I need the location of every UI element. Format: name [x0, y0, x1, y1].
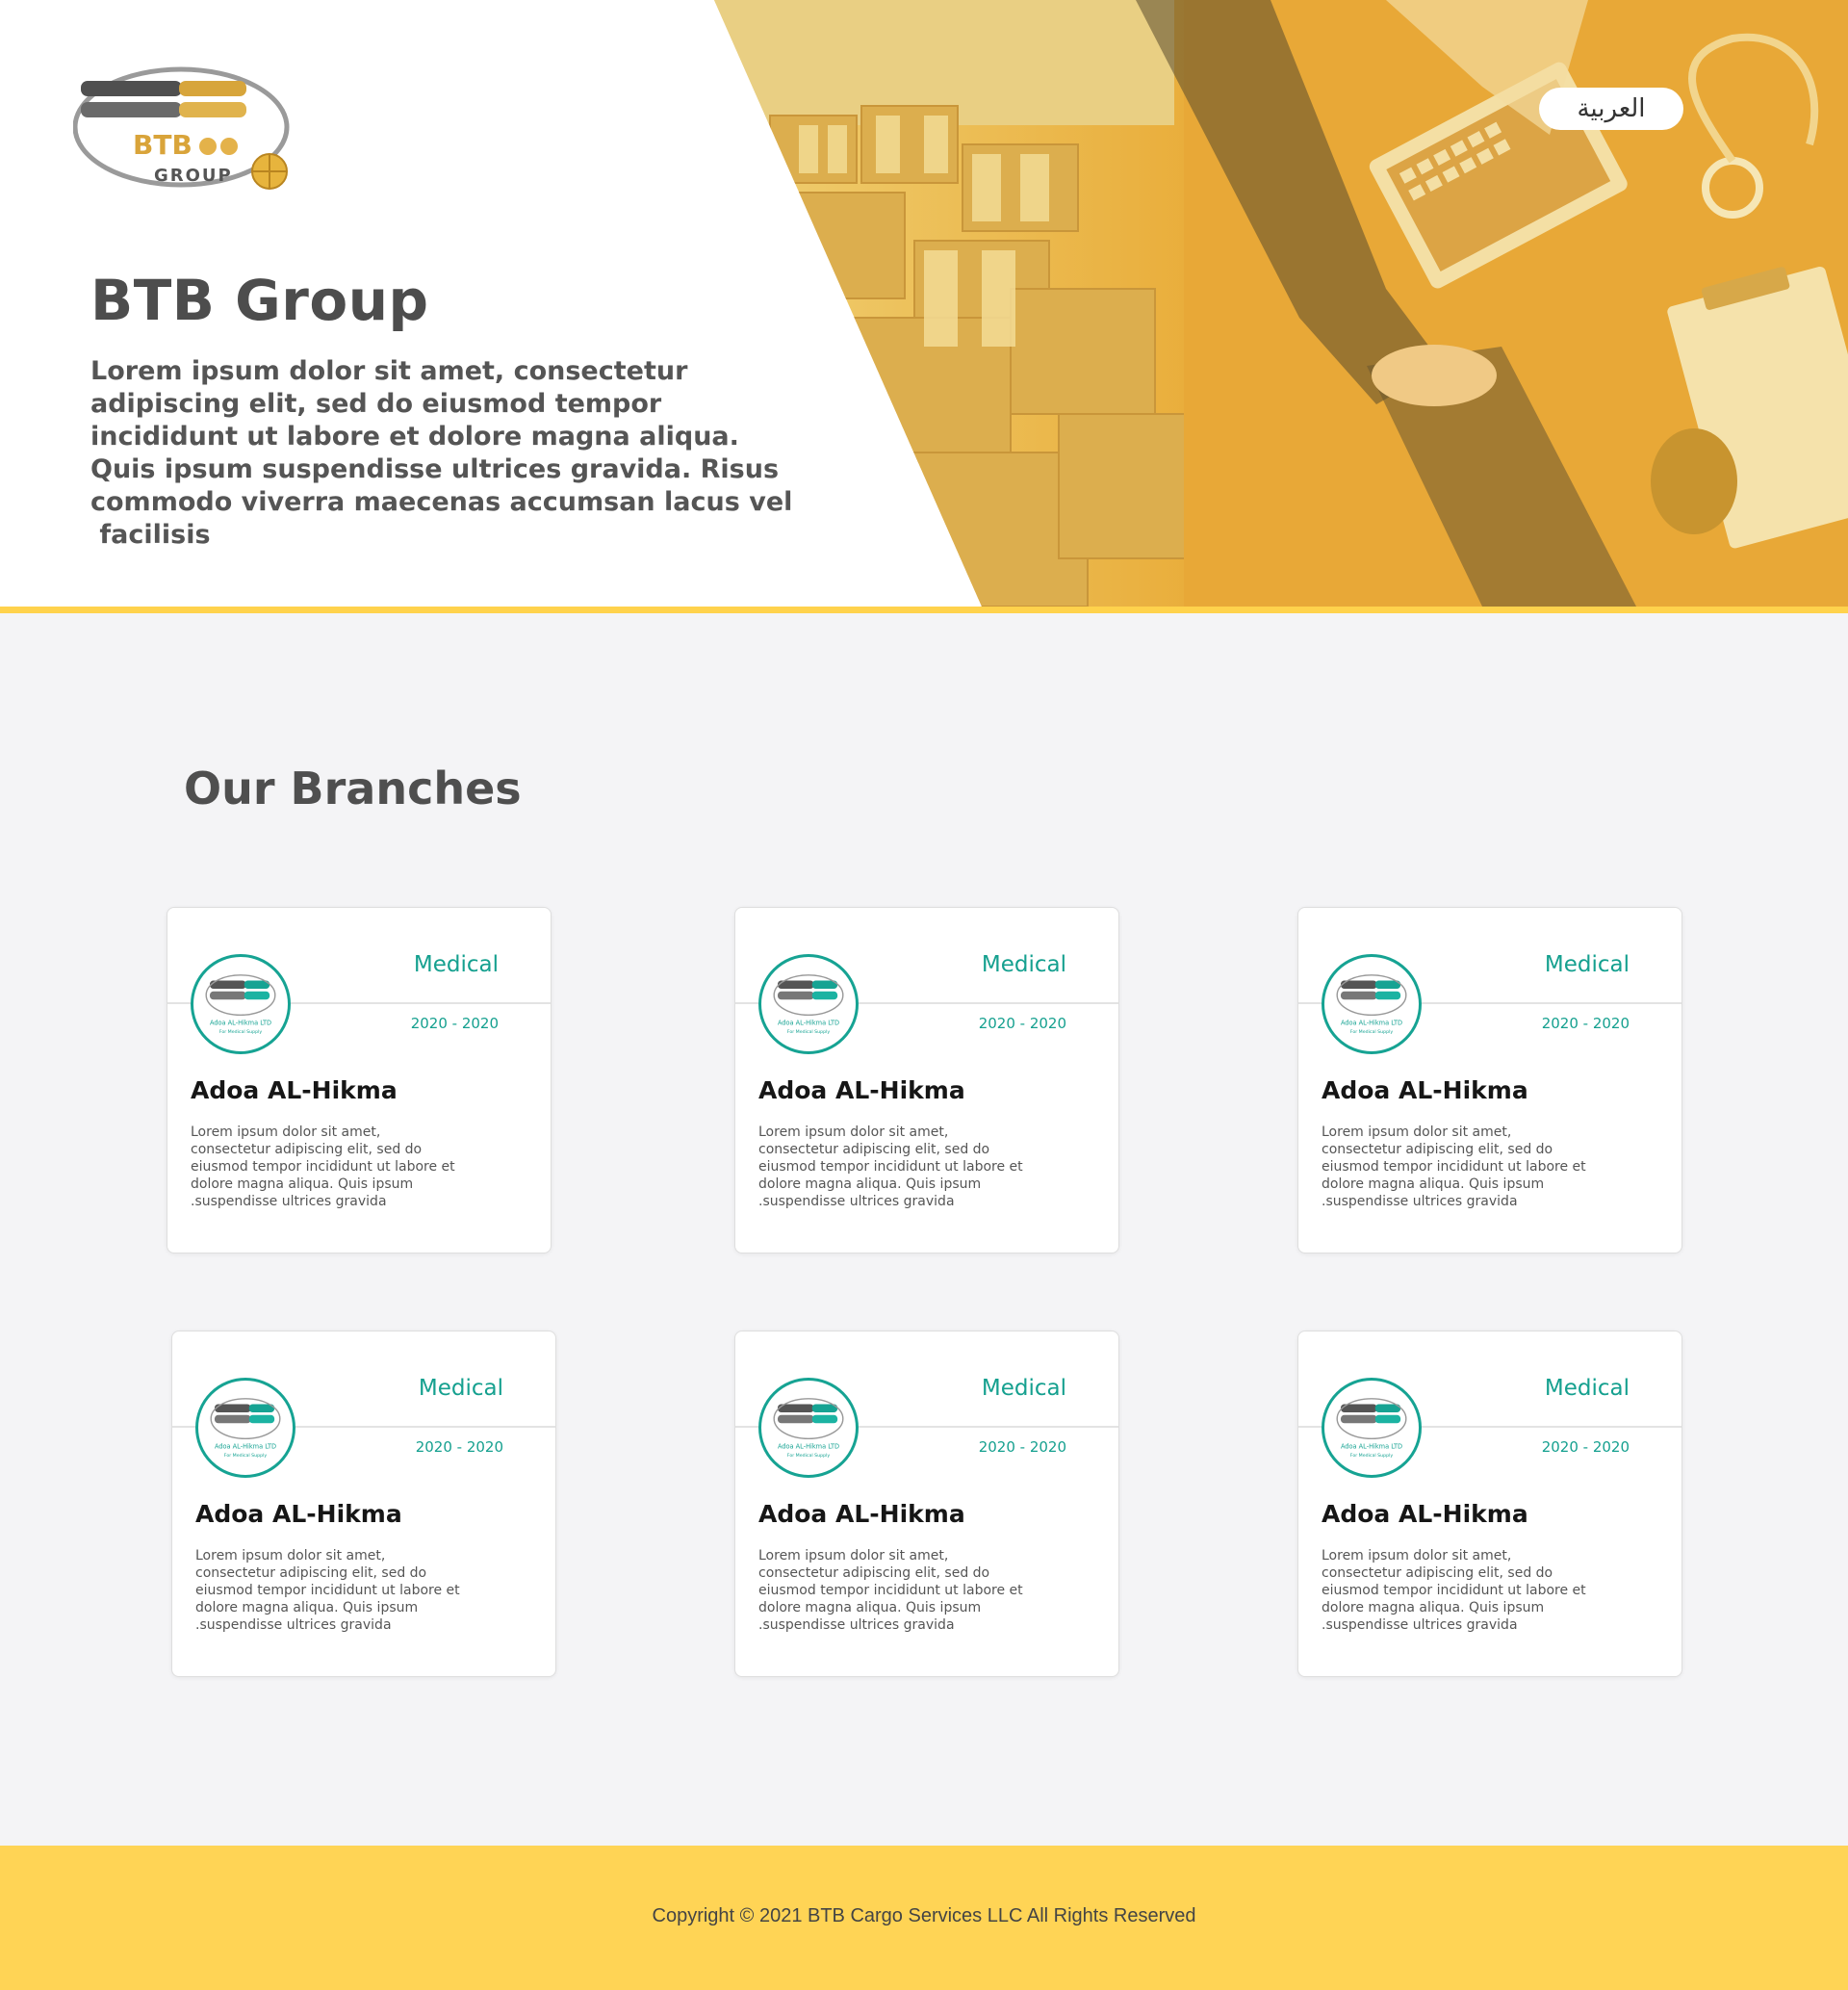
branch-description-line: dolore magna aliqua. Quis ipsum [195, 1600, 419, 1615]
branch-name: Adoa AL-Hikma [1322, 1500, 1528, 1528]
svg-text:Adoa AL-Hikma LTD: Adoa AL-Hikma LTD [778, 1020, 839, 1027]
branch-description-line: eiusmod tempor incididunt ut labore et [195, 1583, 460, 1598]
branch-name: Adoa AL-Hikma [195, 1500, 402, 1528]
branch-description-line: .suspendisse ultrices gravida [191, 1194, 387, 1209]
svg-text:For Medical Supply: For Medical Supply [1350, 1453, 1394, 1459]
branch-name: Adoa AL-Hikma [758, 1500, 965, 1528]
branch-description-line: Lorem ipsum dolor sit amet, [1322, 1124, 1512, 1140]
branch-name: Adoa AL-Hikma [191, 1076, 398, 1104]
branch-description-line: dolore magna aliqua. Quis ipsum [1322, 1176, 1545, 1192]
branch-description-line: eiusmod tempor incididunt ut labore et [191, 1159, 455, 1175]
branch-description: Lorem ipsum dolor sit amet, consectetur … [191, 1124, 508, 1210]
branch-description-line: Lorem ipsum dolor sit amet, [195, 1548, 386, 1564]
branch-years: 2020 - 2020 [978, 1015, 1066, 1032]
hero-description-line: facilisis [90, 520, 211, 550]
branch-logo-badge: Adoa AL-Hikma LTD For Medical Supply [195, 1378, 295, 1478]
svg-text:For Medical Supply: For Medical Supply [787, 1453, 831, 1459]
page-footer: Copyright © 2021 BTB Cargo Services LLC … [0, 1846, 1848, 1990]
branch-years: 2020 - 2020 [1541, 1438, 1630, 1456]
svg-text:Adoa AL-Hikma LTD: Adoa AL-Hikma LTD [1341, 1443, 1402, 1451]
branch-category: Medical [1544, 952, 1630, 977]
svg-text:Adoa AL-Hikma LTD: Adoa AL-Hikma LTD [215, 1443, 276, 1451]
hero-title: BTB Group [90, 268, 429, 333]
branch-logo-badge: Adoa AL-Hikma LTD For Medical Supply [1322, 1378, 1422, 1478]
branch-description-line: consectetur adipiscing elit, sed do [1322, 1565, 1553, 1581]
branch-years: 2020 - 2020 [1541, 1015, 1630, 1032]
branch-description-line: Lorem ipsum dolor sit amet, [191, 1124, 381, 1140]
branch-description-line: eiusmod tempor incididunt ut labore et [1322, 1583, 1586, 1598]
branch-description-line: .suspendisse ultrices gravida [758, 1194, 955, 1209]
branch-description-line: .suspendisse ultrices gravida [195, 1617, 392, 1633]
hero-description: Lorem ipsum dolor sit amet, consectetur … [90, 355, 822, 552]
branch-description-line: consectetur adipiscing elit, sed do [195, 1565, 427, 1581]
svg-text:GROUP: GROUP [154, 166, 233, 186]
language-toggle-button[interactable]: العربية [1539, 88, 1683, 130]
branches-section-title: Our Branches [184, 762, 522, 814]
branch-card[interactable]: Adoa AL-Hikma LTD For Medical Supply Med… [1297, 907, 1682, 1253]
hero-description-line: commodo viverra maecenas accumsan lacus … [90, 487, 793, 517]
svg-text:For Medical Supply: For Medical Supply [224, 1453, 268, 1459]
branch-description: Lorem ipsum dolor sit amet, consectetur … [758, 1547, 1076, 1634]
branch-card[interactable]: Adoa AL-Hikma LTD For Medical Supply Med… [171, 1331, 556, 1677]
branch-name: Adoa AL-Hikma [1322, 1076, 1528, 1104]
branch-description-line: consectetur adipiscing elit, sed do [758, 1142, 990, 1157]
branch-category: Medical [413, 952, 499, 977]
branch-description-line: .suspendisse ultrices gravida [1322, 1617, 1518, 1633]
hero-divider-stripe [0, 607, 1848, 613]
branch-description-line: eiusmod tempor incididunt ut labore et [758, 1583, 1023, 1598]
branch-description-line: consectetur adipiscing elit, sed do [1322, 1142, 1553, 1157]
copyright-text: Copyright © 2021 BTB Cargo Services LLC … [652, 1905, 1196, 1926]
branch-logo-badge: Adoa AL-Hikma LTD For Medical Supply [758, 954, 859, 1054]
branch-description-line: dolore magna aliqua. Quis ipsum [191, 1176, 414, 1192]
branch-name: Adoa AL-Hikma [758, 1076, 965, 1104]
branch-description-line: eiusmod tempor incididunt ut labore et [758, 1159, 1023, 1175]
branch-card[interactable]: Adoa AL-Hikma LTD For Medical Supply Med… [1297, 1331, 1682, 1677]
btb-group-logo: BTB GROUP [73, 66, 290, 190]
branch-description-line: .suspendisse ultrices gravida [1322, 1194, 1518, 1209]
hero-description-line: incididunt ut labore et dolore magna ali… [90, 422, 739, 452]
branch-description-line: eiusmod tempor incididunt ut labore et [1322, 1159, 1586, 1175]
branch-description-line: Lorem ipsum dolor sit amet, [758, 1548, 949, 1564]
svg-text:Adoa AL-Hikma LTD: Adoa AL-Hikma LTD [1341, 1020, 1402, 1027]
branch-description-line: dolore magna aliqua. Quis ipsum [758, 1600, 982, 1615]
branch-card[interactable]: Adoa AL-Hikma LTD For Medical Supply Med… [167, 907, 552, 1253]
branch-category: Medical [418, 1376, 503, 1401]
branch-description: Lorem ipsum dolor sit amet, consectetur … [195, 1547, 513, 1634]
branch-category: Medical [1544, 1376, 1630, 1401]
branch-description: Lorem ipsum dolor sit amet, consectetur … [1322, 1547, 1639, 1634]
svg-text:Adoa AL-Hikma LTD: Adoa AL-Hikma LTD [778, 1443, 839, 1451]
branch-description-line: .suspendisse ultrices gravida [758, 1617, 955, 1633]
hero-description-line: Lorem ipsum dolor sit amet, consectetur [90, 356, 688, 386]
branch-logo-badge: Adoa AL-Hikma LTD For Medical Supply [758, 1378, 859, 1478]
branch-years: 2020 - 2020 [410, 1015, 499, 1032]
hero-description-line: Quis ipsum suspendisse ultrices gravida.… [90, 454, 780, 484]
hero-banner: BTB GROUP BTB Group Lorem ipsum dolor si… [0, 0, 1848, 607]
branch-logo-badge: Adoa AL-Hikma LTD For Medical Supply [1322, 954, 1422, 1054]
hero-description-line: adipiscing elit, sed do eiusmod tempor [90, 389, 662, 419]
branch-description: Lorem ipsum dolor sit amet, consectetur … [1322, 1124, 1639, 1210]
svg-text:For Medical Supply: For Medical Supply [787, 1029, 831, 1035]
branch-description-line: dolore magna aliqua. Quis ipsum [758, 1176, 982, 1192]
branch-card[interactable]: Adoa AL-Hikma LTD For Medical Supply Med… [734, 1331, 1119, 1677]
branch-description: Lorem ipsum dolor sit amet, consectetur … [758, 1124, 1076, 1210]
branch-logo-badge: Adoa AL-Hikma LTD For Medical Supply [191, 954, 291, 1054]
branch-card[interactable]: Adoa AL-Hikma LTD For Medical Supply Med… [734, 907, 1119, 1253]
svg-text:For Medical Supply: For Medical Supply [1350, 1029, 1394, 1035]
branch-years: 2020 - 2020 [978, 1438, 1066, 1456]
branch-years: 2020 - 2020 [415, 1438, 503, 1456]
branch-description-line: Lorem ipsum dolor sit amet, [1322, 1548, 1512, 1564]
svg-text:BTB: BTB [133, 129, 192, 161]
branch-description-line: consectetur adipiscing elit, sed do [191, 1142, 423, 1157]
svg-text:For Medical Supply: For Medical Supply [219, 1029, 263, 1035]
svg-text:Adoa AL-Hikma LTD: Adoa AL-Hikma LTD [210, 1020, 271, 1027]
branch-category: Medical [981, 952, 1066, 977]
branch-description-line: consectetur adipiscing elit, sed do [758, 1565, 990, 1581]
branch-description-line: Lorem ipsum dolor sit amet, [758, 1124, 949, 1140]
branch-description-line: dolore magna aliqua. Quis ipsum [1322, 1600, 1545, 1615]
branch-category: Medical [981, 1376, 1066, 1401]
